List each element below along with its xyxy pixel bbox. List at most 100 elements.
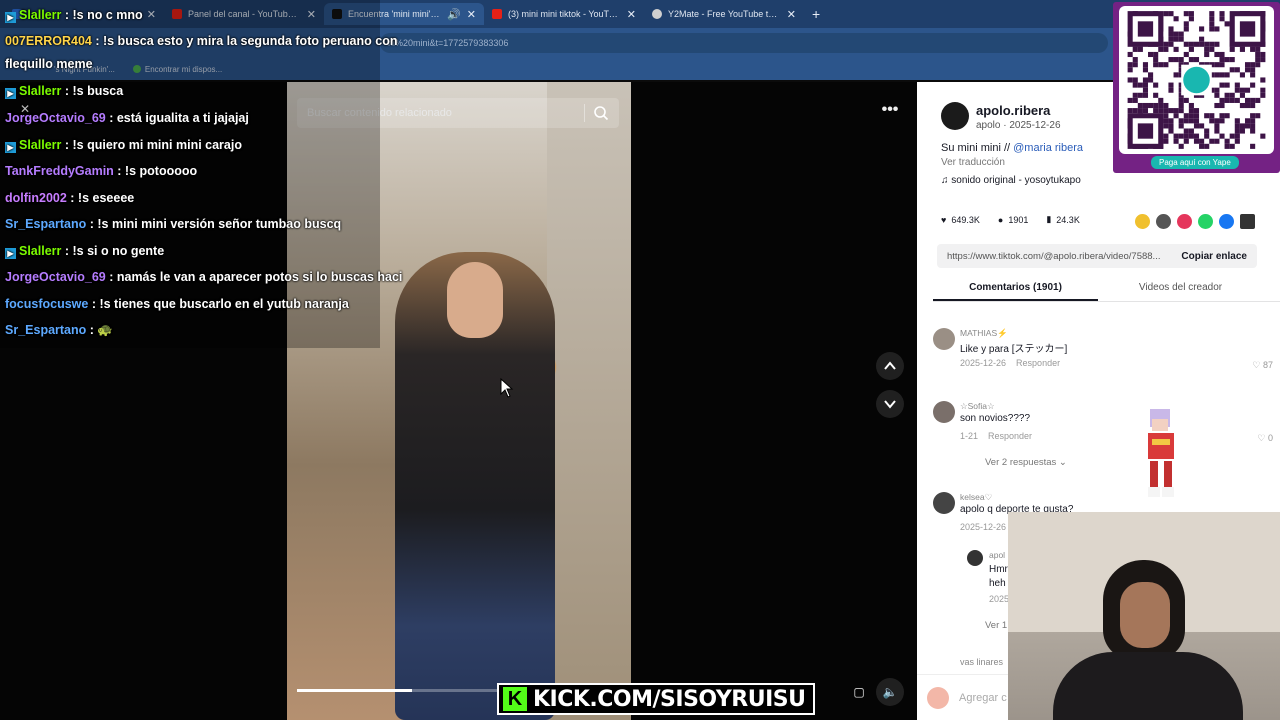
- kick-channel-banner: K KICK.COM/SISOYRUISU: [497, 683, 816, 715]
- divider: [584, 104, 585, 122]
- avatar[interactable]: [933, 401, 955, 423]
- url-field[interactable]: ni%20mini&t=1772579383306: [380, 33, 1108, 53]
- tab-close-icon[interactable]: ✕: [627, 8, 636, 21]
- mention-link[interactable]: @maria ribera: [1013, 142, 1083, 154]
- next-video-button[interactable]: [876, 390, 904, 418]
- chat-text: : !s busca: [61, 84, 124, 98]
- tab-close-icon[interactable]: ✕: [467, 8, 476, 21]
- comment-date: 1-21: [960, 431, 979, 441]
- floating-player-button[interactable]: ▢: [845, 678, 873, 706]
- reply-button[interactable]: Responder: [988, 431, 1032, 441]
- chat-badge-icon: ▶: [5, 142, 16, 153]
- comment-user[interactable]: ☆Sofia☆: [960, 401, 995, 412]
- send-icon[interactable]: [1177, 214, 1192, 229]
- reply-user[interactable]: apol: [989, 550, 1005, 560]
- chat-message: flequillo meme: [5, 57, 93, 71]
- stream-chat-overlay: ▶ Slallerr : !s no c mno 007ERROR404 : !s …: [0, 0, 402, 350]
- author-avatar[interactable]: [941, 102, 969, 130]
- comment-date: 2025-12-26: [960, 358, 1007, 368]
- tab-comments[interactable]: Comentarios (1901): [933, 278, 1098, 301]
- chat-message: Sr_Espartano : !s mini mini versión seño…: [5, 217, 341, 231]
- chat-message: ▶ Slallerr : !s busca: [5, 84, 123, 99]
- save-button[interactable]: ▮ 24.3K: [1046, 214, 1079, 225]
- share-arrow-icon[interactable]: [1240, 214, 1255, 229]
- tab-title: Y2Mate - Free YouTube to MP3: [668, 9, 781, 19]
- whatsapp-icon[interactable]: [1198, 214, 1213, 229]
- reply-text: heh: [989, 578, 1006, 589]
- webcam-decor: [1120, 582, 1170, 648]
- reply-text: Hmr: [989, 564, 1008, 575]
- chat-message: ▶ Slallerr : !s si o no gente: [5, 244, 164, 259]
- video-link-field[interactable]: https://www.tiktok.com/@apolo.ribera/vid…: [937, 244, 1257, 268]
- comment-like-button[interactable]: ♡ 87: [1252, 360, 1273, 371]
- chat-text: : namás le van a aparecer potos si lo bu…: [105, 270, 403, 284]
- kick-logo-icon: K: [503, 687, 527, 711]
- yape-qr-overlay: Paga aquí con Yape: [1113, 2, 1280, 173]
- caption-text: Su mini mini //: [941, 142, 1014, 154]
- chat-message: dolfin2002 : !s eseeee: [5, 191, 134, 205]
- tab-creator-videos[interactable]: Videos del creador: [1098, 278, 1263, 301]
- avatar[interactable]: [967, 550, 983, 566]
- tab-audio-icon[interactable]: 🔊: [447, 8, 461, 21]
- new-tab-button[interactable]: +: [812, 6, 820, 22]
- chat-message: focusfocuswe : !s tienes que buscarlo en…: [5, 297, 349, 311]
- chevron-up-icon: [884, 361, 896, 370]
- view-more-replies-button[interactable]: Ver 1: [985, 620, 1007, 631]
- comment-meta: 2025-12-26: [960, 522, 1006, 532]
- tab-title: (3) mini mini tiktok - YouTube: [508, 9, 621, 19]
- chat-text: : 🐢: [86, 323, 113, 337]
- chat-username: focusfocuswe: [5, 297, 89, 311]
- comment-button[interactable]: ● 1901: [998, 215, 1028, 225]
- comment-user[interactable]: kelsea♡: [960, 492, 992, 503]
- avatar[interactable]: [933, 328, 955, 350]
- browser-tab[interactable]: Y2Mate - Free YouTube to MP3 ✕: [644, 3, 804, 25]
- avatar[interactable]: [933, 492, 955, 514]
- close-icon[interactable]: ✕: [20, 102, 30, 116]
- chat-username: Slallerr: [19, 84, 62, 98]
- previous-video-button[interactable]: [876, 352, 904, 380]
- video-backdrop-right: [631, 82, 917, 720]
- embed-icon[interactable]: [1156, 214, 1171, 229]
- chat-message: JorgeOctavio_69 : está igualita a ti jaj…: [5, 111, 249, 125]
- progress-fill: [297, 689, 413, 692]
- search-icon[interactable]: [593, 105, 609, 121]
- like-button[interactable]: ♥ 649.3K: [941, 215, 980, 225]
- sound-link[interactable]: ♫ sonido original - yosoytukapo: [941, 175, 1081, 186]
- chat-text: : !s eseeee: [66, 191, 135, 205]
- add-comment-input[interactable]: Agregar c: [959, 692, 1007, 704]
- volume-icon[interactable]: 🔈: [876, 678, 904, 706]
- facebook-icon[interactable]: [1219, 214, 1234, 229]
- chat-text: : !s no c mno: [61, 8, 143, 22]
- comment-user[interactable]: MATHIAS⚡: [960, 328, 1008, 339]
- copy-link-button[interactable]: Copiar enlace: [1181, 251, 1247, 262]
- more-options-icon[interactable]: •••: [876, 96, 904, 124]
- chat-text: : está igualita a ti jajajaj: [105, 111, 249, 125]
- avatar: [927, 686, 949, 709]
- chat-text: : !s mini mini versión señor tumbao busc…: [86, 217, 342, 231]
- browser-tab[interactable]: (3) mini mini tiktok - YouTube ✕: [484, 3, 644, 25]
- tab-close-icon[interactable]: ✕: [787, 8, 796, 21]
- engagement-stats: ♥ 649.3K ● 1901 ▮ 24.3K: [941, 214, 1094, 225]
- chat-badge-icon: ▶: [5, 248, 16, 259]
- stream-screen: ✕ Panel del canal - YouTube Studi ✕ Encu…: [0, 0, 1280, 720]
- comment-like-count: 0: [1267, 433, 1273, 443]
- comment-item: MATHIAS⚡ Like y para [ステッカー] 2025-12-26 R…: [933, 328, 1273, 374]
- chat-badge-icon: ▶: [5, 88, 16, 99]
- view-replies-button[interactable]: Ver 2 respuestas ⌄: [985, 457, 1067, 468]
- chat-badge-icon: ▶: [5, 12, 16, 23]
- repost-icon[interactable]: [1135, 214, 1150, 229]
- comment-like-button[interactable]: ♡ 0: [1257, 433, 1273, 444]
- comment-user[interactable]: vas linares: [960, 657, 1003, 667]
- comment-icon: ●: [997, 214, 1004, 225]
- bookmark-icon: ▮: [1046, 214, 1052, 224]
- video-frame-decor: [547, 82, 631, 720]
- chat-text: : !s potooooo: [113, 164, 198, 178]
- reply-button[interactable]: Responder: [1016, 358, 1060, 368]
- yape-label: Paga aquí con Yape: [1151, 156, 1239, 169]
- author-name[interactable]: apolo.ribera: [976, 103, 1050, 118]
- chat-text: flequillo meme: [5, 57, 93, 71]
- comment-text: Like y para [ステッカー]: [960, 344, 1068, 355]
- translate-link[interactable]: Ver traducción: [941, 157, 1005, 168]
- author-subtitle: apolo · 2025-12-26: [976, 120, 1061, 131]
- y2mate-icon: [652, 9, 662, 19]
